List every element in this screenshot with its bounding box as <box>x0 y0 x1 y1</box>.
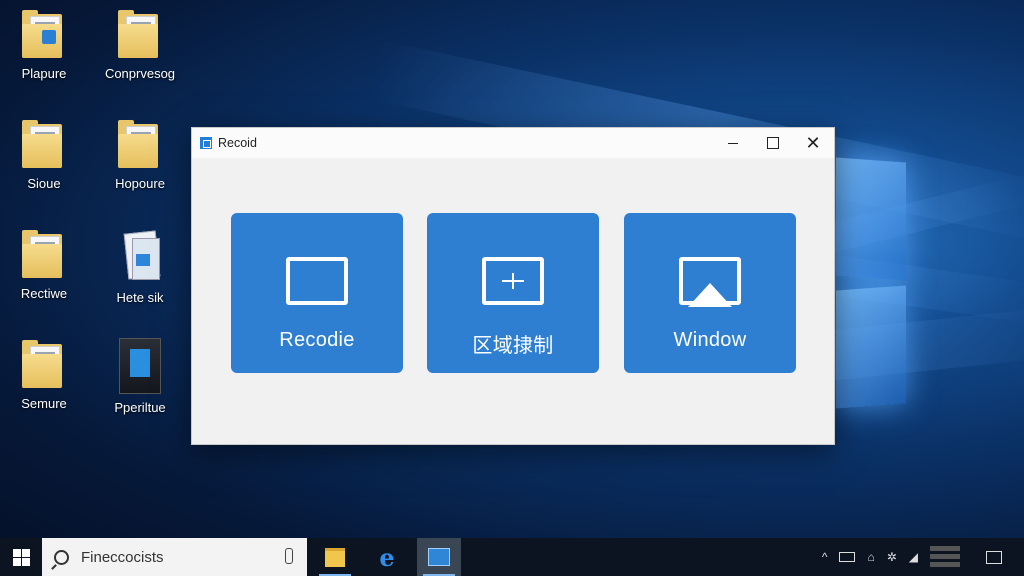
file-icon <box>119 338 161 394</box>
desktop-icon-5[interactable]: Rectiwe <box>4 230 84 301</box>
tile-label: Window <box>673 329 747 351</box>
start-button[interactable] <box>0 538 42 576</box>
taskbar-edge[interactable]: e <box>365 538 409 576</box>
desktop-icon-3[interactable]: Sioue <box>4 120 84 191</box>
search-icon <box>54 549 69 565</box>
edge-icon: e <box>379 542 395 572</box>
folder-icon <box>22 120 66 170</box>
fullscreen-icon <box>286 257 348 305</box>
desktop-icon-label: Pperiltue <box>114 400 166 415</box>
close-button[interactable]: ✕ <box>796 128 830 158</box>
window-icon <box>679 257 741 307</box>
taskbar-file-explorer[interactable] <box>313 538 357 576</box>
desktop-icon-2[interactable]: Conprvesog <box>100 10 180 81</box>
taskbar: Fineccocists e ^ ⌂ ✲ ◢ <box>0 538 1024 576</box>
search-text: Fineccocists <box>81 548 164 566</box>
folder-icon <box>22 230 66 280</box>
microphone-icon[interactable] <box>285 548 293 564</box>
desktop-icon-6[interactable]: Hete sik <box>100 230 180 305</box>
desktop-icon-label: Hopoure <box>115 176 165 191</box>
notification-icon[interactable] <box>986 550 1002 564</box>
document-icon <box>120 230 161 284</box>
record-window-button[interactable]: Window <box>624 213 796 373</box>
desktop-icon-4[interactable]: Hopoure <box>100 120 180 191</box>
taskbar-recorder[interactable] <box>417 538 461 576</box>
close-icon: ✕ <box>805 133 821 153</box>
desktop-icon-7[interactable]: Semure <box>4 340 84 411</box>
file-explorer-icon <box>325 547 345 567</box>
minimize-button[interactable] <box>716 128 750 158</box>
desktop-icon-label: Sioue <box>27 176 61 191</box>
folder-icon <box>22 340 66 390</box>
settings-icon[interactable]: ✲ <box>887 550 897 564</box>
maximize-icon <box>767 137 779 149</box>
recorder-window: Recoid ✕ Recodie 区域捸制 Window <box>191 127 835 445</box>
folder-icon <box>118 120 162 170</box>
windows-logo-icon <box>12 548 30 566</box>
clock-area[interactable] <box>930 546 960 568</box>
record-region-button[interactable]: 区域捸制 <box>427 213 599 373</box>
desktop-icon-label: Conprvesog <box>104 66 176 81</box>
recorder-icon <box>428 548 450 566</box>
show-hidden-icons-icon[interactable]: ^ <box>822 550 828 564</box>
folder-icon <box>118 10 162 60</box>
desktop-icon-label: Plapure <box>21 66 67 81</box>
taskbar-search-box[interactable]: Fineccocists <box>42 538 307 576</box>
minimize-icon <box>728 142 738 144</box>
desktop-icon-label: Hete sik <box>116 290 164 305</box>
app-logo-icon <box>200 137 212 149</box>
record-fullscreen-button[interactable]: Recodie <box>231 213 403 373</box>
battery-icon[interactable] <box>839 552 856 562</box>
desktop-icon-label: Rectiwe <box>20 286 68 301</box>
tile-label: Recodie <box>279 329 355 351</box>
region-icon <box>482 257 544 305</box>
system-tray: ^ ⌂ ✲ ◢ <box>816 538 1024 576</box>
desktop-icon-8[interactable]: Pperiltue <box>100 338 180 415</box>
window-titlebar[interactable]: Recoid ✕ <box>192 128 834 158</box>
tile-label: 区域捸制 <box>472 335 554 357</box>
desktop-icon-1[interactable]: Plapure <box>4 10 84 81</box>
folder-icon <box>22 10 66 60</box>
network-icon[interactable]: ⌂ <box>867 550 874 564</box>
volume-icon[interactable]: ◢ <box>909 550 918 564</box>
maximize-button[interactable] <box>756 128 790 158</box>
window-title: Recoid <box>218 136 257 150</box>
desktop-icon-label: Semure <box>21 396 67 411</box>
